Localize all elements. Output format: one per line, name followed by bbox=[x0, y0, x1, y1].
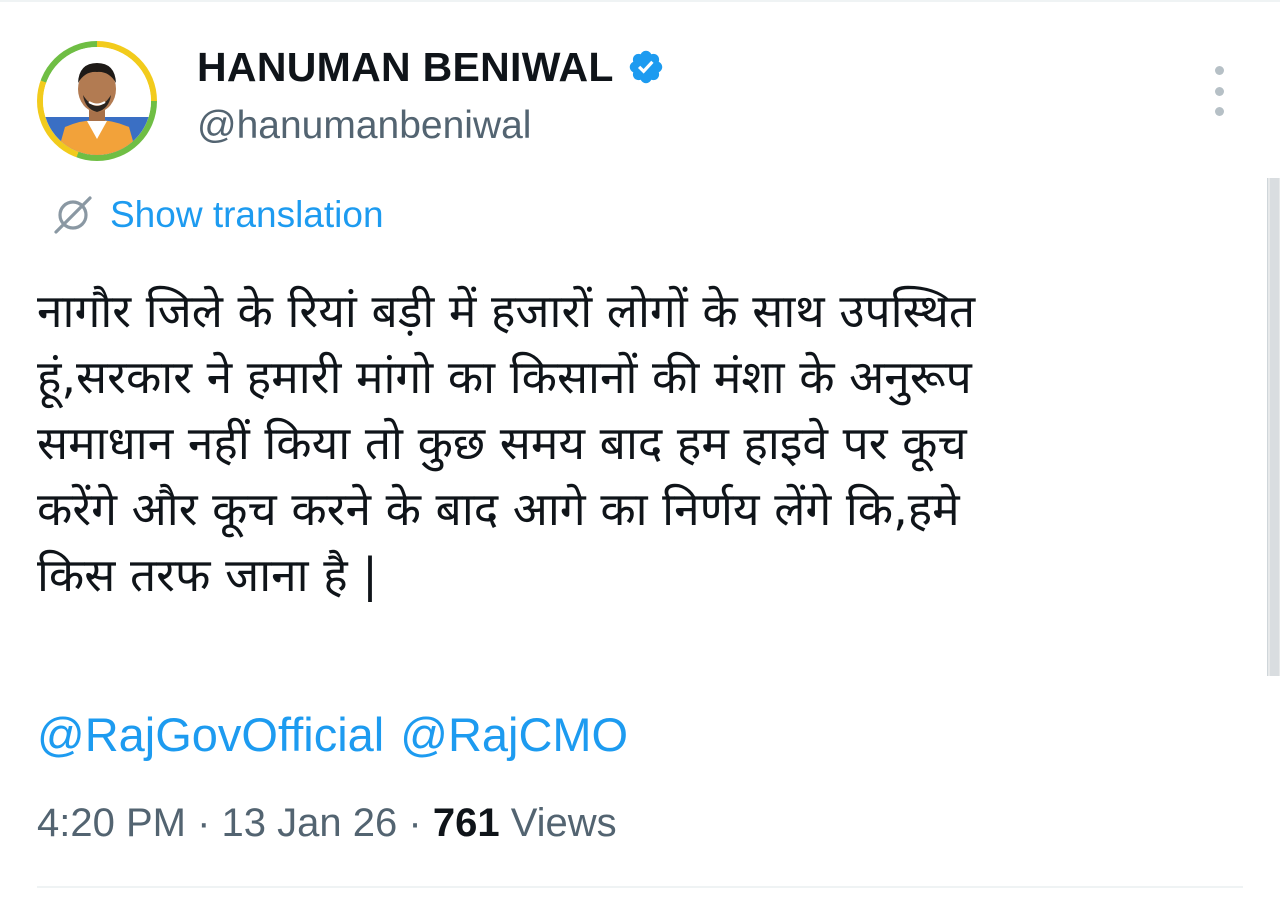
meta-separator: · bbox=[408, 801, 422, 845]
meta-separator: · bbox=[197, 801, 211, 845]
author-display-name[interactable]: HANUMAN BENIWAL bbox=[197, 42, 614, 92]
more-options-icon[interactable] bbox=[1202, 66, 1236, 116]
mention-link-rajcmo[interactable]: @RajCMO bbox=[400, 702, 628, 768]
more-dot bbox=[1214, 86, 1224, 96]
tweet-text-line: करेंगे और कूच करने के बाद आगे का निर्णय … bbox=[37, 482, 960, 536]
tweet-text-line: समाधान नहीं किया तो कुछ समय बाद हम हाइवे… bbox=[37, 416, 967, 470]
views-count: 761 bbox=[432, 801, 500, 845]
verified-badge-icon bbox=[627, 48, 665, 86]
translate-icon bbox=[50, 192, 96, 238]
tweet-text: नागौर जिले के रियां बड़ी में हजारों लोगो… bbox=[37, 278, 1197, 608]
author-handle[interactable]: @hanumanbeniwal bbox=[197, 103, 531, 149]
show-translation-label[interactable]: Show translation bbox=[110, 192, 384, 238]
tweet-time[interactable]: 4:20 PM bbox=[37, 801, 186, 845]
show-translation-button[interactable]: Show translation bbox=[50, 192, 384, 238]
tweet-text-line: नागौर जिले के रियां बड़ी में हजारों लोगो… bbox=[37, 284, 976, 338]
more-dot bbox=[1214, 66, 1224, 75]
scrollbar-thumb[interactable] bbox=[1270, 178, 1279, 676]
tweet-metadata: 4:20 PM · 13 Jan 26 · 761 Views bbox=[37, 797, 617, 849]
mentions-row: @RajGovOfficial @RajCMO bbox=[37, 702, 628, 768]
tweet-card: HANUMAN BENIWAL @hanumanbeniwal Show tra… bbox=[0, 0, 1280, 899]
avatar-photo bbox=[43, 47, 151, 155]
views-label: Views bbox=[510, 801, 617, 845]
more-dot bbox=[1214, 107, 1224, 116]
bottom-divider bbox=[37, 886, 1243, 888]
tweet-date[interactable]: 13 Jan 26 bbox=[222, 801, 398, 845]
tweet-text-line: किस तरफ जाना है | bbox=[37, 548, 378, 602]
author-name-row[interactable]: HANUMAN BENIWAL bbox=[197, 42, 665, 92]
avatar[interactable] bbox=[37, 41, 157, 161]
mention-link-rajgovofficial[interactable]: @RajGovOfficial bbox=[37, 702, 384, 768]
scrollbar[interactable] bbox=[1267, 178, 1280, 676]
tweet-text-line: हूं,सरकार ने हमारी मांगो का किसानों की म… bbox=[37, 350, 972, 404]
